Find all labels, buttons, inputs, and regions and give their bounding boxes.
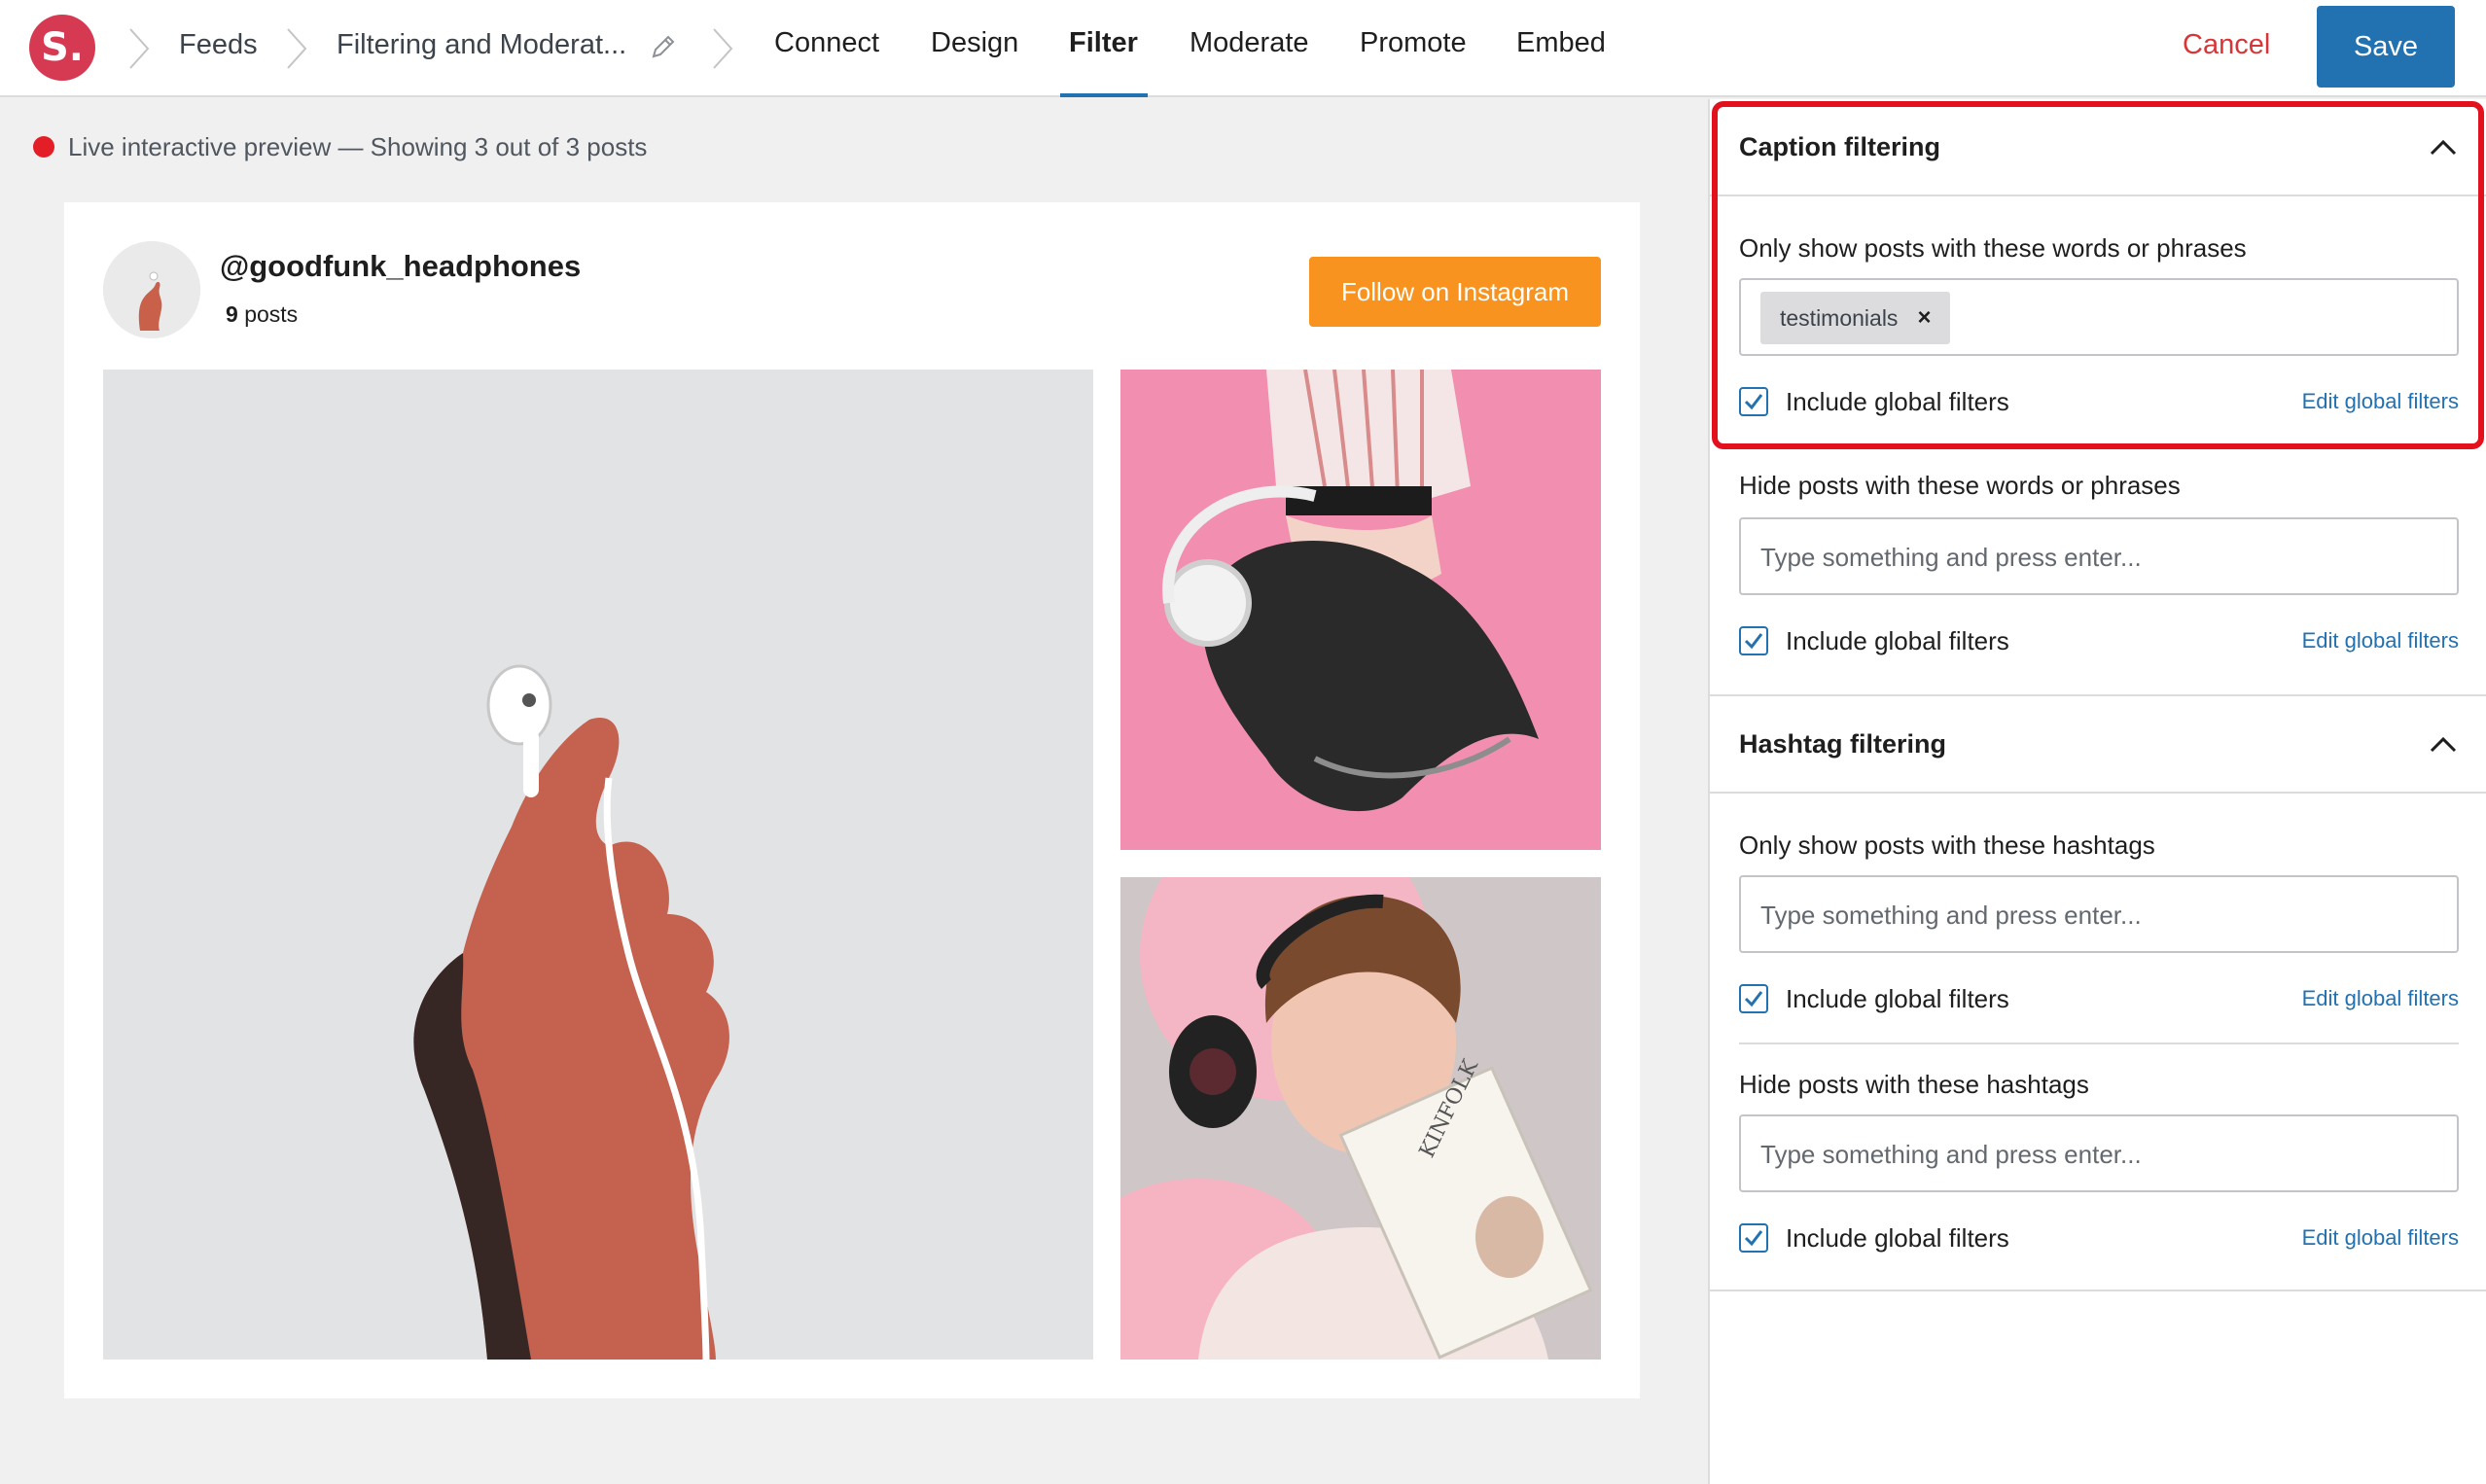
profile-username[interactable]: @goodfunk_headphones	[220, 249, 581, 284]
tag-chip-label: testimonials	[1780, 304, 1899, 331]
include-global-checkbox[interactable]	[1739, 387, 1768, 416]
include-global-label: Include global filters	[1786, 984, 2009, 1013]
caption-hide-input[interactable]: Type something and press enter...	[1739, 517, 2459, 595]
edit-global-filters-link[interactable]: Edit global filters	[2302, 986, 2459, 1011]
caption-hide-label: Hide posts with these words or phrases	[1739, 471, 2181, 500]
hashtag-filtering-title: Hashtag filtering	[1739, 729, 1947, 759]
include-global-checkbox[interactable]	[1739, 1223, 1768, 1253]
live-indicator-icon	[33, 136, 54, 158]
hashtag-hide-input[interactable]: Type something and press enter...	[1739, 1114, 2459, 1192]
active-tab-indicator	[1060, 93, 1148, 97]
app-logo[interactable]: S.	[29, 15, 95, 81]
breadcrumb-feeds[interactable]: Feeds	[179, 29, 258, 61]
include-global-checkbox[interactable]	[1739, 984, 1768, 1013]
hashtag-hide-global-row: Include global filters Edit global filte…	[1739, 1221, 2459, 1256]
breadcrumb-feed-name[interactable]: Filtering and Moderat...	[337, 29, 626, 61]
filter-sidebar: Caption filtering Only show posts with t…	[1708, 99, 2486, 1484]
field-divider	[1739, 1042, 2459, 1044]
tab-moderate[interactable]: Moderate	[1190, 27, 1309, 59]
hashtag-only-show-input[interactable]: Type something and press enter...	[1739, 875, 2459, 953]
post-image-headphones-pink[interactable]	[1120, 370, 1601, 850]
cancel-button[interactable]: Cancel	[2183, 29, 2270, 61]
hashtag-filtering-header[interactable]: Hashtag filtering	[1710, 696, 2486, 794]
caption-only-show-label: Only show posts with these words or phra…	[1739, 233, 2247, 263]
post-count-value: 9	[226, 301, 238, 327]
include-global-label: Include global filters	[1786, 626, 2009, 655]
tab-connect[interactable]: Connect	[774, 27, 879, 59]
caption-hide-placeholder: Type something and press enter...	[1760, 543, 2142, 572]
caption-only-show-input[interactable]: testimonials ×	[1739, 278, 2459, 356]
hashtag-only-show-placeholder: Type something and press enter...	[1760, 901, 2142, 930]
feed-preview: @goodfunk_headphones 9 posts Follow on I…	[64, 202, 1640, 1398]
follow-on-instagram-button[interactable]: Follow on Instagram	[1309, 257, 1601, 327]
hashtag-hide-label: Hide posts with these hashtags	[1739, 1070, 2089, 1099]
caption-filtering-title: Caption filtering	[1739, 132, 1940, 161]
tab-filter[interactable]: Filter	[1069, 27, 1138, 59]
post-count-label: posts	[244, 301, 299, 327]
tab-promote[interactable]: Promote	[1360, 27, 1467, 59]
tab-design[interactable]: Design	[931, 27, 1018, 59]
caption-only-show-global-row: Include global filters Edit global filte…	[1739, 385, 2459, 420]
post-image-earphone[interactable]	[103, 370, 1093, 1360]
hashtag-only-show-global-row: Include global filters Edit global filte…	[1739, 982, 2459, 1017]
hashtag-hide-placeholder: Type something and press enter...	[1760, 1140, 2142, 1169]
close-icon[interactable]: ×	[1917, 304, 1931, 332]
caption-hide-global-row: Include global filters Edit global filte…	[1739, 624, 2459, 659]
hashtag-only-show-label: Only show posts with these hashtags	[1739, 830, 2155, 860]
include-global-label: Include global filters	[1786, 387, 2009, 416]
chevron-right-icon	[124, 25, 154, 72]
include-global-checkbox[interactable]	[1739, 626, 1768, 655]
edit-global-filters-link[interactable]: Edit global filters	[2302, 389, 2459, 414]
chevron-up-icon[interactable]	[2428, 132, 2459, 163]
post-image-headphones-book[interactable]: KINFOLK	[1120, 877, 1601, 1360]
profile-post-count: 9 posts	[226, 301, 298, 328]
chevron-right-icon	[708, 25, 737, 72]
top-bar: S. Feeds Filtering and Moderat... Connec…	[0, 0, 2486, 97]
tag-chip: testimonials ×	[1760, 292, 1951, 344]
tab-embed[interactable]: Embed	[1516, 27, 1606, 59]
preview-status: Live interactive preview — Showing 3 out…	[33, 130, 647, 163]
preview-status-text: Live interactive preview — Showing 3 out…	[68, 131, 648, 161]
avatar[interactable]	[103, 241, 200, 338]
chevron-right-icon	[282, 25, 311, 72]
section-divider	[1710, 1290, 2486, 1291]
caption-filtering-header[interactable]: Caption filtering	[1710, 99, 2486, 196]
save-button[interactable]: Save	[2317, 6, 2455, 88]
include-global-label: Include global filters	[1786, 1223, 2009, 1253]
edit-global-filters-link[interactable]: Edit global filters	[2302, 628, 2459, 654]
chevron-up-icon[interactable]	[2428, 729, 2459, 760]
pencil-icon[interactable]	[648, 31, 679, 62]
edit-global-filters-link[interactable]: Edit global filters	[2302, 1225, 2459, 1251]
